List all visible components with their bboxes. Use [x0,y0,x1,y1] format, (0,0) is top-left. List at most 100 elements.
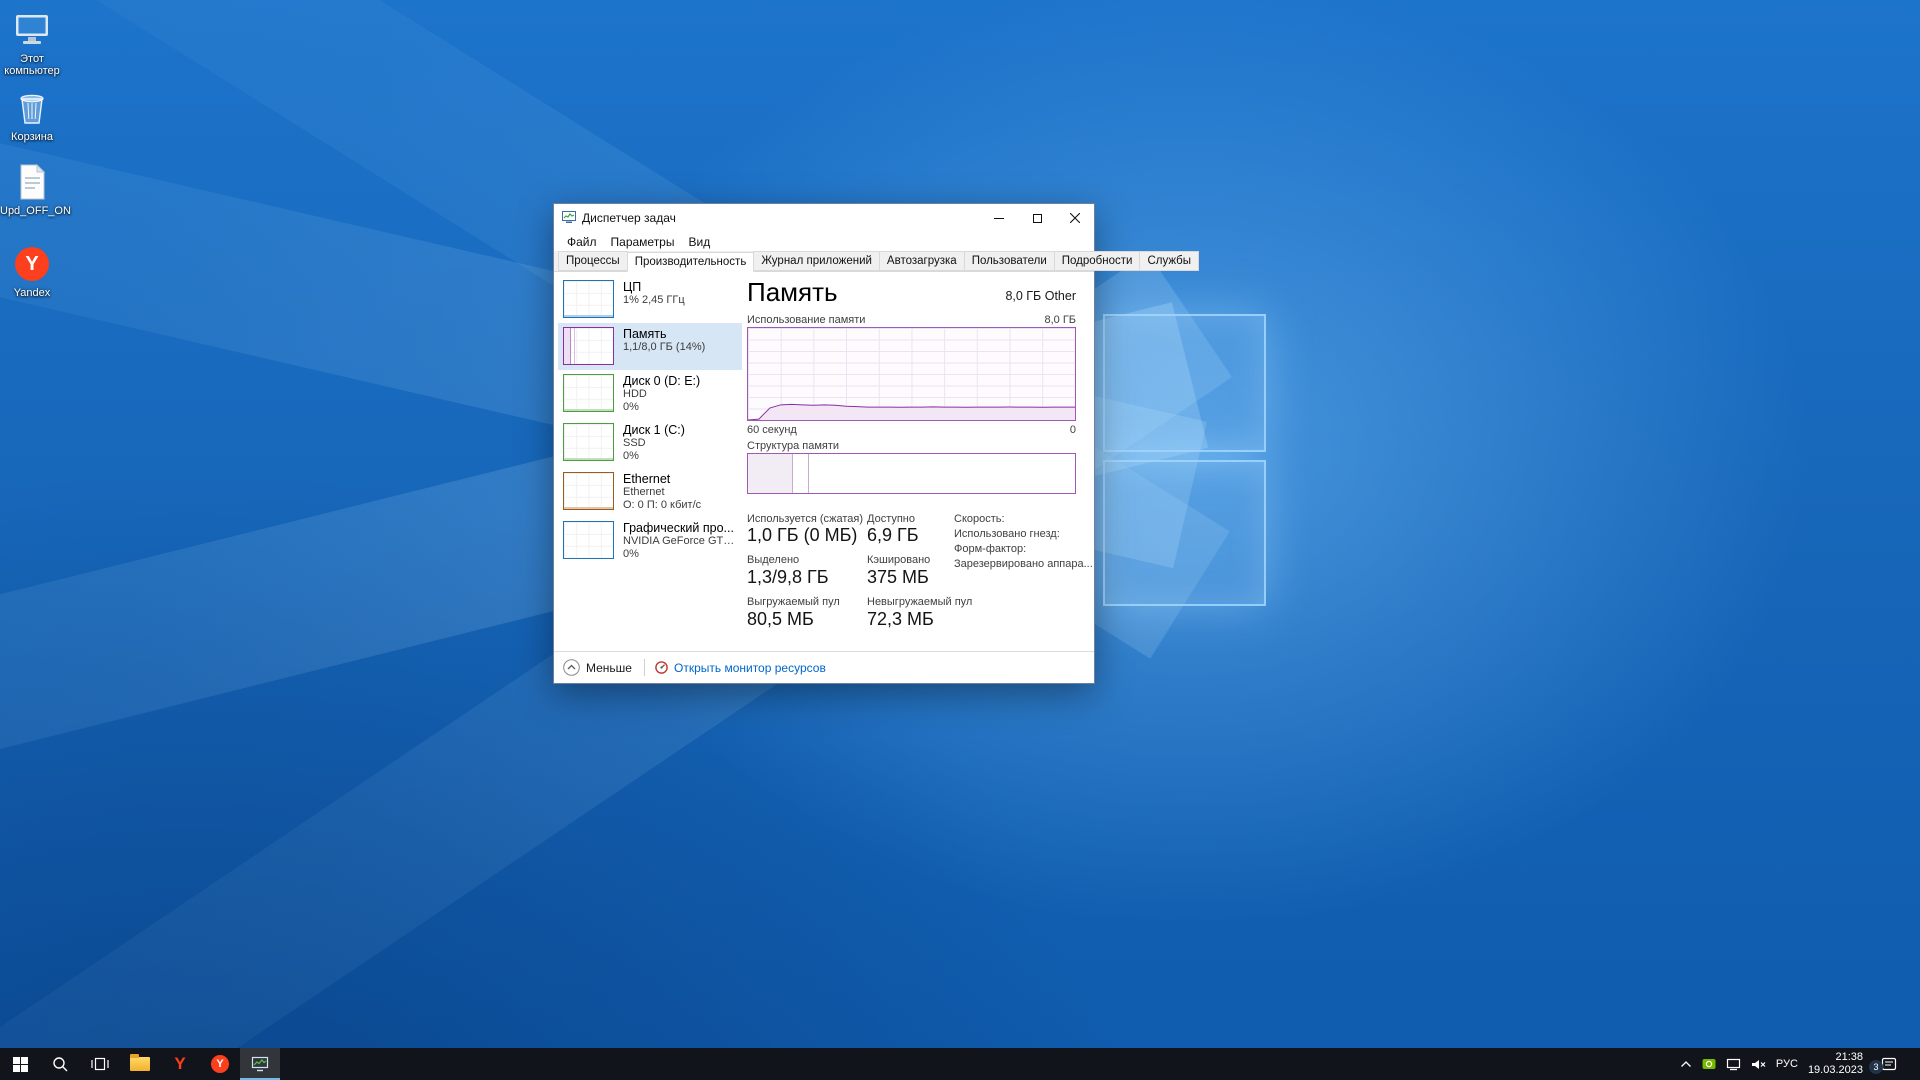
hidden-icons-button[interactable] [1680,1060,1692,1068]
nvidia-icon [1702,1059,1716,1069]
resource-monitor-label: Открыть монитор ресурсов [673,660,826,675]
performance-sidebar: ЦП 1% 2,45 ГГц Память 1,1/8,0 ГБ (14%) Д… [558,276,742,566]
ethernet-mini-chart [563,472,614,510]
clock[interactable]: 21:38 19.03.2023 [1808,1051,1863,1077]
tab-services[interactable]: Службы [1139,251,1200,271]
tab-details[interactable]: Подробности [1053,251,1141,271]
task-view-button[interactable] [80,1048,120,1080]
this-pc-icon [12,10,52,50]
titlebar[interactable]: Диспетчер задач [554,204,1094,232]
search-icon [52,1056,67,1071]
disk0-mini-chart [563,374,614,412]
desktop-icon-label: Yandex [13,287,51,299]
sidebar-item-title: Диск 1 (C:) [623,423,685,437]
desktop-icon-label: Upd_OFF_ON [0,205,71,217]
memory-composition-bar [747,453,1076,494]
tab-startup[interactable]: Автозагрузка [878,251,965,271]
cpu-mini-chart [563,280,614,318]
folder-icon [130,1054,150,1071]
yandex-circle-icon: Y [211,1055,229,1073]
stat-nonpagedpool-value: 72,3 МБ [867,609,934,629]
network-tray-icon[interactable] [1726,1058,1741,1071]
window-icon [562,210,576,227]
page-title: Память [747,277,838,307]
sidebar-item-title: Память [623,327,667,341]
yandex-app-button[interactable]: Y [200,1048,240,1080]
stat-pagedpool-label: Выгружаемый пул [747,596,840,608]
usage-x-right: 0 [1069,424,1076,436]
start-button[interactable] [0,1048,40,1080]
sidebar-item-title: Ethernet [623,472,671,486]
sidebar-item-sub2: О: 0 П: 0 кбит/с [623,499,702,511]
sidebar-item-gpu[interactable]: Графический про... NVIDIA GeForce GTX 66… [558,517,742,566]
action-center-button[interactable]: 3 [1869,1057,1897,1074]
stat-pagedpool-value: 80,5 МБ [747,609,814,629]
sidebar-item-sub2: 0% [623,548,639,560]
menu-options[interactable]: Параметры [604,233,682,251]
sidebar-item-ethernet[interactable]: Ethernet Ethernet О: 0 П: 0 кбит/с [558,468,742,517]
hw-slots-label: Использовано гнезд: [954,528,1060,540]
chevron-up-icon [563,659,580,676]
tab-bar: Процессы Производительность Журнал прило… [554,251,1200,272]
yandex-browser-button[interactable]: Y [160,1048,200,1080]
task-manager-taskbar-button[interactable] [240,1048,280,1080]
desktop-icon-label: Корзина [11,131,53,143]
composition-label: Структура памяти [747,440,840,452]
windows-logo-pane [1103,314,1266,452]
sidebar-item-sub: Ethernet [623,486,665,498]
desktop-icon-upd-file[interactable]: Upd_OFF_ON [0,162,71,217]
task-manager-icon [251,1056,269,1072]
gpu-mini-chart [563,521,614,559]
fewer-details-button[interactable]: Меньше [563,659,632,676]
memory-mini-chart [563,327,614,365]
volume-tray-icon[interactable] [1751,1058,1766,1071]
menu-view[interactable]: Вид [681,233,717,251]
disk1-mini-chart [563,423,614,461]
minimize-button[interactable] [980,204,1018,232]
search-button[interactable] [40,1048,80,1080]
nvidia-tray-icon[interactable] [1702,1058,1716,1070]
desktop-icon-yandex[interactable]: Y Yandex [0,244,64,299]
file-explorer-button[interactable] [120,1048,160,1080]
performance-panel: ЦП 1% 2,45 ГГц Память 1,1/8,0 ГБ (14%) Д… [554,272,1094,651]
sidebar-item-title: ЦП [623,280,642,294]
tab-processes[interactable]: Процессы [558,251,628,271]
task-manager-window: Диспетчер задач Файл Параметры Вид Проце… [553,203,1200,684]
volume-icon [1751,1059,1766,1069]
sidebar-item-memory[interactable]: Память 1,1/8,0 ГБ (14%) [558,323,742,370]
sidebar-item-title: Диск 0 (D: E:) [623,374,701,388]
sidebar-item-disk1[interactable]: Диск 1 (C:) SSD 0% [558,419,742,468]
tab-users[interactable]: Пользователи [963,251,1055,271]
recycle-bin-icon [12,88,52,128]
fewer-details-label: Меньше [586,660,632,675]
open-resource-monitor-link[interactable]: Открыть монитор ресурсов [655,661,826,675]
stat-available-value: 6,9 ГБ [867,525,919,545]
close-button[interactable] [1056,204,1094,232]
sidebar-item-cpu[interactable]: ЦП 1% 2,45 ГГц [558,276,742,323]
language-indicator[interactable]: РУС [1776,1058,1798,1070]
maximize-button[interactable] [1018,204,1056,232]
sidebar-item-disk0[interactable]: Диск 0 (D: E:) HDD 0% [558,370,742,419]
stat-inuse-label: Используется (сжатая) [747,513,864,525]
tray-time: 21:38 [1835,1051,1863,1063]
stat-committed-label: Выделено [747,554,800,566]
hw-speed-label: Скорость: [954,513,1005,525]
sidebar-item-sub2: 0% [623,450,639,462]
sidebar-item-sub: 1,1/8,0 ГБ (14%) [623,341,706,353]
network-icon [1726,1058,1741,1070]
hw-formfactor-label: Форм-фактор: [954,543,1027,555]
desktop-icon-recycle-bin[interactable]: Корзина [0,88,64,143]
tab-performance[interactable]: Производительность [626,252,755,272]
yandex-icon: Y [12,244,52,284]
sidebar-item-sub: NVIDIA GeForce GTX 660 [623,535,737,547]
footer-separator [643,659,645,676]
desktop-icon-this-pc[interactable]: Этот компьютер [0,10,64,77]
notification-badge: 3 [1869,1060,1883,1074]
chevron-up-icon [1680,1061,1691,1067]
composition-divider [792,454,794,493]
windows-logo-icon [12,1056,28,1072]
stat-inuse-value: 1,0 ГБ (0 МБ) [747,525,858,545]
tab-app-history[interactable]: Журнал приложений [753,251,880,271]
stat-available-label: Доступно [867,513,916,525]
menu-file[interactable]: Файл [560,233,604,251]
